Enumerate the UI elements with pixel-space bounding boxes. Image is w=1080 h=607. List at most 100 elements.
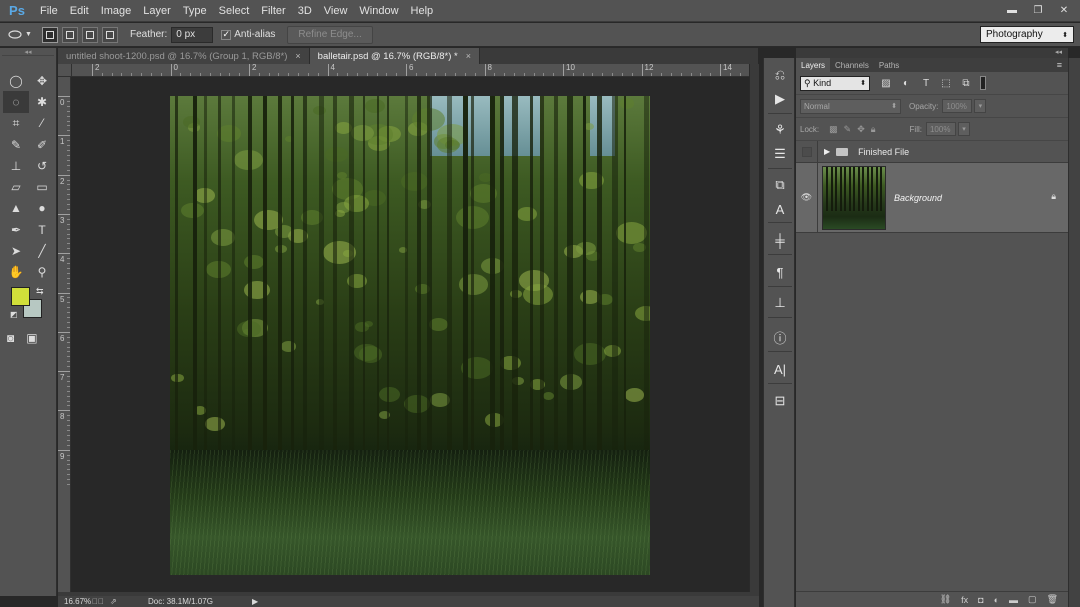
menu-select[interactable]: Select xyxy=(213,0,256,22)
tool-preset-picker[interactable]: ▼ xyxy=(0,29,40,40)
lock-all-icon[interactable]: 🔒︎ xyxy=(871,124,876,135)
panel-grip-icon[interactable]: ◂◂ xyxy=(2,48,54,56)
filter-kind-select[interactable]: ⚲ Kind ⬍ xyxy=(800,75,870,91)
share-icon[interactable]: ⇗ xyxy=(110,597,128,606)
panel-scrollbar[interactable] xyxy=(1068,58,1080,607)
move-tool-icon[interactable]: ✥ xyxy=(29,70,55,91)
menu-3d[interactable]: 3D xyxy=(292,0,318,22)
expand-triangle-icon[interactable]: ▶ xyxy=(824,147,830,156)
history-brush-tool-icon[interactable]: ↺ xyxy=(29,155,55,176)
screen-mode-icon[interactable]: ▣ xyxy=(26,331,37,345)
close-tab-icon[interactable]: × xyxy=(466,51,471,61)
eraser-tool-icon[interactable]: ▱ xyxy=(3,176,29,197)
layer-name[interactable]: Background xyxy=(894,193,942,203)
blend-mode-select[interactable]: Normal ⬍ xyxy=(800,98,901,114)
timeline-panel-icon[interactable]: ╪ xyxy=(764,229,796,251)
feather-input[interactable] xyxy=(171,26,214,43)
type-tool-icon[interactable]: T xyxy=(29,219,55,240)
magic-wand-tool-icon[interactable]: ✱ xyxy=(29,91,55,112)
menu-image[interactable]: Image xyxy=(95,0,138,22)
refine-edge-button[interactable]: Refine Edge... xyxy=(287,25,373,44)
horizontal-ruler[interactable]: 2 0 2 4 6 8 10 12 14 xyxy=(72,64,749,77)
paragraph-panel-icon[interactable]: ¶ xyxy=(764,261,796,283)
eyedropper-tool-icon[interactable]: ⁄ xyxy=(29,113,55,134)
visibility-toggle[interactable] xyxy=(796,140,818,163)
actions-panel-icon[interactable]: ▶ xyxy=(764,88,796,110)
close-button[interactable]: ✕ xyxy=(1054,3,1074,17)
marquee-tool-icon[interactable]: ◯ xyxy=(3,70,29,91)
subtract-selection-button[interactable] xyxy=(82,26,98,43)
menu-file[interactable]: File xyxy=(34,0,64,22)
info-panel-icon[interactable]: ⓘ xyxy=(764,326,796,348)
filter-smart-object-icon[interactable]: ⧉ xyxy=(956,76,976,91)
zoom-level[interactable]: 16.67% xyxy=(58,597,92,606)
link-layers-icon[interactable]: ⛓ xyxy=(940,594,951,605)
properties-panel-icon[interactable]: ⊥ xyxy=(764,292,796,314)
menu-edit[interactable]: Edit xyxy=(64,0,95,22)
status-menu-arrow-icon[interactable]: ▶ xyxy=(252,597,258,606)
lock-image-icon[interactable]: ✎ xyxy=(844,124,852,135)
workspace-select[interactable]: Photography ⬍ xyxy=(980,26,1074,43)
intersect-selection-button[interactable] xyxy=(102,26,118,43)
add-selection-button[interactable] xyxy=(62,26,78,43)
opacity-input[interactable] xyxy=(942,99,973,113)
lock-transparency-icon[interactable]: ▩ xyxy=(829,124,838,135)
menu-window[interactable]: Window xyxy=(353,0,404,22)
menu-type[interactable]: Type xyxy=(177,0,213,22)
fill-input[interactable] xyxy=(925,122,956,136)
vertical-ruler[interactable]: 0 1 2 3 4 5 6 7 8 9 xyxy=(58,77,71,592)
hand-tool-icon[interactable]: ✋ xyxy=(3,262,29,283)
vertical-scrollbar[interactable] xyxy=(749,64,759,592)
new-layer-icon[interactable]: ▢ xyxy=(1028,594,1037,605)
dodge-tool-icon[interactable]: ● xyxy=(29,198,55,219)
eye-icon[interactable]: 👁︎ xyxy=(796,162,818,233)
minimize-button[interactable]: ▬ xyxy=(1002,3,1022,17)
tab-untitled-shoot[interactable]: untitled shoot-1200.psd @ 16.7% (Group 1… xyxy=(58,48,310,64)
brush-panel-icon[interactable]: ⚘ xyxy=(764,119,796,141)
character-panel-icon[interactable]: A| xyxy=(764,358,796,380)
pen-tool-icon[interactable]: ✒ xyxy=(3,219,29,240)
gradient-tool-icon[interactable]: ▭ xyxy=(29,176,55,197)
filter-toggle-switch[interactable] xyxy=(980,76,986,90)
menu-layer[interactable]: Layer xyxy=(137,0,177,22)
layer-row-group[interactable]: ▶ Finished File xyxy=(796,140,1068,163)
foreground-color-swatch[interactable] xyxy=(11,287,30,306)
brush-tool-icon[interactable]: ✐ xyxy=(29,134,55,155)
path-selection-tool-icon[interactable]: ➤ xyxy=(3,240,29,261)
filter-adjustment-icon[interactable]: ◐ xyxy=(896,76,916,91)
filter-pixel-icon[interactable]: ▨ xyxy=(876,76,896,91)
trash-icon[interactable]: 🗑︎ xyxy=(1047,594,1058,605)
fill-dropdown-icon[interactable]: ▾ xyxy=(957,122,970,136)
clone-stamp-tool-icon[interactable]: ⊥ xyxy=(3,155,29,176)
add-mask-icon[interactable]: ◘ xyxy=(978,595,983,605)
ruler-origin[interactable] xyxy=(58,64,72,77)
history-panel-icon[interactable]: ⎌ xyxy=(764,64,796,86)
character-styles-panel-icon[interactable]: A xyxy=(764,198,796,220)
new-group-icon[interactable]: ▬ xyxy=(1009,595,1018,605)
default-colors-icon[interactable]: ◩ xyxy=(10,310,18,319)
status-icon[interactable]: ▭⃞ xyxy=(92,597,110,606)
opacity-dropdown-icon[interactable]: ▾ xyxy=(974,99,987,113)
menu-view[interactable]: View xyxy=(318,0,354,22)
antialias-checkbox[interactable]: ✓ Anti-alias xyxy=(221,29,275,40)
zoom-tool-icon[interactable]: ⚲ xyxy=(29,262,55,283)
filter-type-icon[interactable]: T xyxy=(916,76,936,91)
tab-channels[interactable]: Channels xyxy=(830,58,874,72)
line-tool-icon[interactable]: ╱ xyxy=(29,240,55,261)
fx-icon[interactable]: fx xyxy=(961,595,968,605)
tab-balletair[interactable]: balletair.psd @ 16.7% (RGB/8*) * × xyxy=(309,48,481,64)
restore-button[interactable]: ❐ xyxy=(1028,3,1048,17)
lasso-tool-icon[interactable]: ◌ xyxy=(3,91,29,113)
adjustments-panel-icon[interactable]: ☰ xyxy=(764,143,796,165)
blur-tool-icon[interactable]: ▲ xyxy=(3,198,29,219)
layer-name[interactable]: Finished File xyxy=(858,147,909,157)
swap-colors-icon[interactable]: ⇆ xyxy=(36,286,44,297)
menu-help[interactable]: Help xyxy=(405,0,440,22)
adjustment-layer-icon[interactable]: ◐ xyxy=(994,595,999,605)
layer-row-background[interactable]: 👁︎ Background 🔒︎ xyxy=(796,162,1068,233)
tool-presets-panel-icon[interactable]: ⊟ xyxy=(764,390,796,412)
panel-menu-icon[interactable]: ≡ xyxy=(1057,60,1062,70)
menu-filter[interactable]: Filter xyxy=(255,0,291,22)
tab-paths[interactable]: Paths xyxy=(874,58,904,72)
close-tab-icon[interactable]: × xyxy=(295,51,300,61)
